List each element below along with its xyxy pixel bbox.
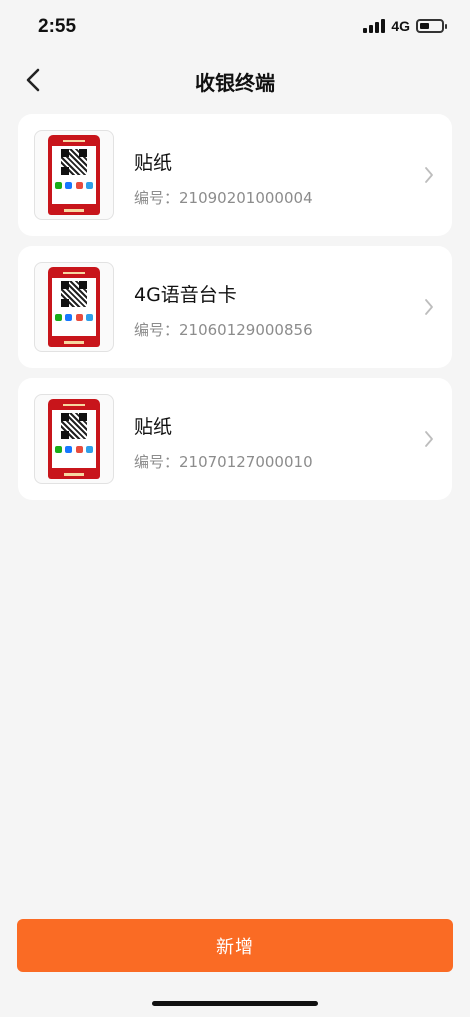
battery-icon [416,19,447,33]
terminal-name: 贴纸 [134,416,173,438]
qr-stand-image [48,267,100,347]
terminal-code: 编号：21090201000004 [134,189,313,207]
terminal-thumbnail [34,394,114,484]
terminal-card[interactable]: 贴纸 编号：21090201000004 [18,114,452,236]
terminal-name: 贴纸 [134,152,173,174]
status-bar: 2:55 4G [0,0,470,54]
terminal-list: 贴纸 编号：21090201000004 4G语音台卡 编号：210601290… [18,114,452,510]
terminal-code: 编号：21070127000010 [134,453,313,471]
chevron-right-icon [425,167,433,183]
terminal-code: 编号：21060129000856 [134,321,313,339]
terminal-card[interactable]: 4G语音台卡 编号：21060129000856 [18,246,452,368]
home-indicator [152,1001,318,1006]
signal-icon [363,19,386,33]
terminal-name: 4G语音台卡 [134,284,237,306]
qr-stand-image [48,399,100,479]
page-title: 收银终端 [195,71,275,95]
qr-stand-image [48,135,100,215]
terminal-thumbnail [34,262,114,352]
network-label: 4G [391,18,410,34]
nav-bar: 收银终端 [0,54,470,106]
add-terminal-button[interactable]: 新增 [17,919,453,972]
terminal-card[interactable]: 贴纸 编号：21070127000010 [18,378,452,500]
chevron-right-icon [425,431,433,447]
chevron-right-icon [425,299,433,315]
terminal-thumbnail [34,130,114,220]
status-indicators: 4G [363,18,447,34]
status-time: 2:55 [38,16,77,37]
